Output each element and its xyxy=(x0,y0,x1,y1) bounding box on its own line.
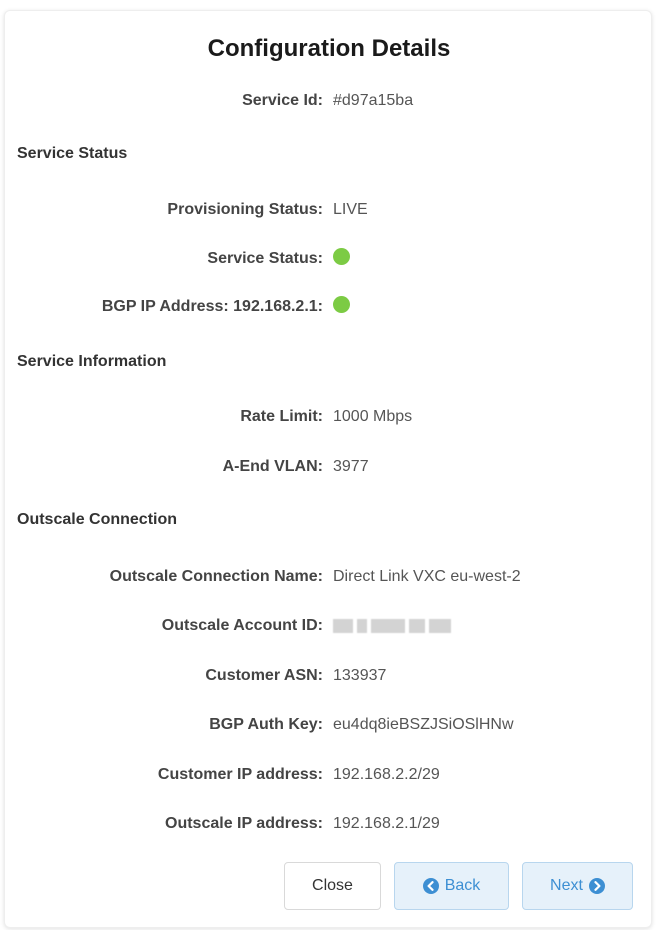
section-outscale-connection: Outscale Connection xyxy=(17,511,178,528)
provisioning-status-label: Provisioning Status: xyxy=(167,201,323,218)
configuration-details-panel: Configuration Details Service Id: #d97a1… xyxy=(4,10,652,928)
service-status-row: Service Status: xyxy=(5,248,653,270)
customer-asn-label: Customer ASN: xyxy=(205,667,323,684)
a-end-vlan-label: A-End VLAN: xyxy=(222,458,323,475)
a-end-vlan-row: A-End VLAN: 3977 xyxy=(5,456,653,478)
outscale-ip-row: Outscale IP address: 192.168.2.1/29 xyxy=(5,813,653,835)
bgp-auth-key-row: BGP Auth Key: eu4dq8ieBSZJSiOSlHNw xyxy=(5,714,653,736)
customer-asn-value: 133937 xyxy=(333,667,387,684)
circle-arrow-left-icon xyxy=(422,878,439,894)
customer-asn-row: Customer ASN: 133937 xyxy=(5,665,653,687)
service-id-value: #d97a15ba xyxy=(333,92,414,109)
section-service-information: Service Information xyxy=(17,353,167,370)
next-button[interactable]: Next xyxy=(522,862,633,910)
circle-arrow-right-icon xyxy=(588,878,605,894)
account-id-label: Outscale Account ID: xyxy=(161,617,323,634)
rate-limit-row: Rate Limit: 1000 Mbps xyxy=(5,406,653,428)
service-id-label: Service Id: xyxy=(242,92,323,109)
bgp-ok-dot-icon xyxy=(333,296,350,313)
redacted-blur-block xyxy=(333,618,451,633)
provisioning-status-value: LIVE xyxy=(333,201,368,218)
connection-name-label: Outscale Connection Name: xyxy=(109,568,323,585)
bgp-auth-key-value: eu4dq8ieBSZJSiOSlHNw xyxy=(333,716,514,733)
bgp-ip-row: BGP IP Address: 192.168.2.1: xyxy=(5,296,653,318)
provisioning-status-row: Provisioning Status: LIVE xyxy=(5,199,653,221)
close-button-label: Close xyxy=(312,877,353,894)
a-end-vlan-value: 3977 xyxy=(333,458,369,475)
customer-ip-value: 192.168.2.2/29 xyxy=(333,766,440,783)
rate-limit-value: 1000 Mbps xyxy=(333,408,413,425)
section-service-status: Service Status xyxy=(17,145,128,162)
bgp-auth-key-label: BGP Auth Key: xyxy=(209,716,323,733)
service-id-row: Service Id: #d97a15ba xyxy=(5,90,653,112)
bgp-ip-label: BGP IP Address: 192.168.2.1: xyxy=(101,298,323,315)
outscale-ip-label: Outscale IP address: xyxy=(165,815,323,832)
back-button[interactable]: Back xyxy=(394,862,509,910)
rate-limit-label: Rate Limit: xyxy=(240,408,323,425)
bgp-ip-indicator xyxy=(333,296,350,318)
close-button[interactable]: Close xyxy=(284,862,381,910)
back-button-label: Back xyxy=(444,877,481,894)
account-id-row: Outscale Account ID: xyxy=(5,615,653,637)
customer-ip-row: Customer IP address: 192.168.2.2/29 xyxy=(5,764,653,786)
status-ok-dot-icon xyxy=(333,248,350,265)
customer-ip-label: Customer IP address: xyxy=(157,766,323,783)
account-id-redacted xyxy=(333,615,451,637)
next-button-label: Next xyxy=(550,877,583,894)
connection-name-value: Direct Link VXC eu-west-2 xyxy=(333,568,521,585)
outscale-ip-value: 192.168.2.1/29 xyxy=(333,815,440,832)
connection-name-row: Outscale Connection Name: Direct Link VX… xyxy=(5,566,653,588)
service-status-indicator xyxy=(333,248,350,270)
service-status-label: Service Status: xyxy=(207,250,323,267)
page-title: Configuration Details xyxy=(207,35,451,62)
